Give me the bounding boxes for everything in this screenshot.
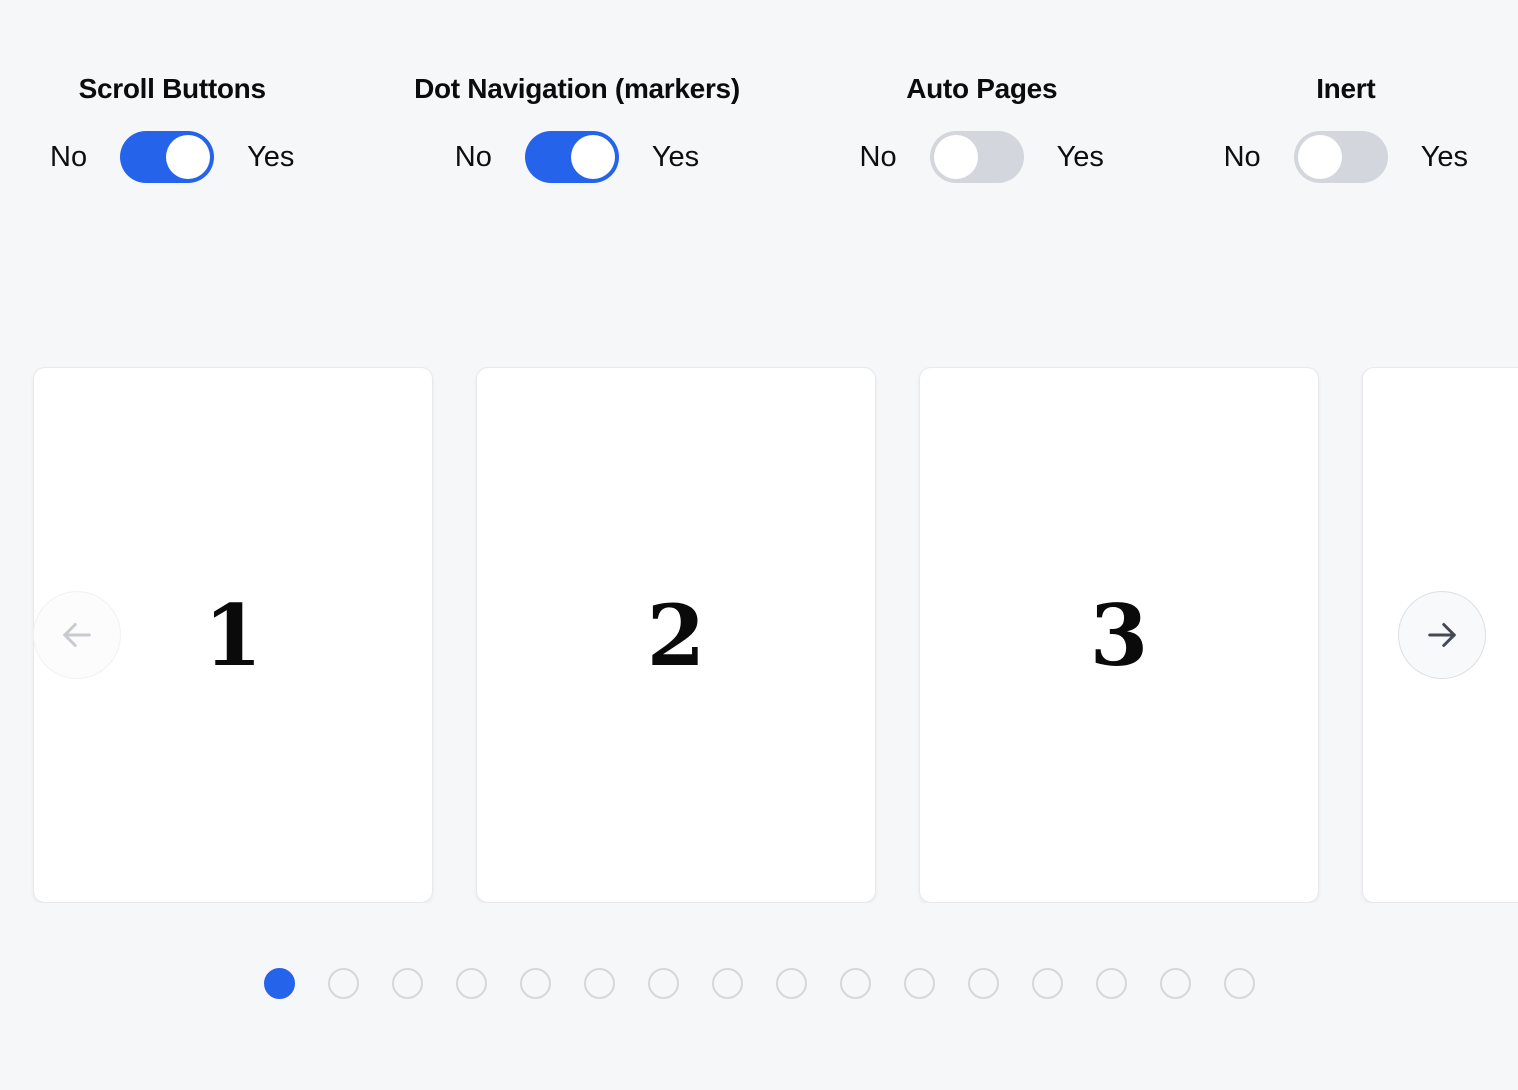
- dot-marker-12[interactable]: [968, 968, 999, 999]
- next-slide-button[interactable]: [1398, 591, 1486, 679]
- carousel-demo-page: Scroll Buttons No Yes Dot Navigation (ma…: [0, 0, 1518, 999]
- slide-number: 1: [204, 586, 262, 685]
- toggle-yes-label: Yes: [1057, 140, 1104, 174]
- dot-marker-14[interactable]: [1096, 968, 1127, 999]
- toggle-no-label: No: [50, 140, 87, 174]
- dot-marker-7[interactable]: [648, 968, 679, 999]
- carousel-slide: 3: [919, 367, 1319, 903]
- control-group-inert: Inert No Yes: [1224, 72, 1468, 183]
- dot-marker-11[interactable]: [904, 968, 935, 999]
- carousel-slide: 2: [476, 367, 876, 903]
- dot-navigation-toggle[interactable]: [525, 131, 619, 183]
- dot-marker-9[interactable]: [776, 968, 807, 999]
- toggle-row: No Yes: [455, 131, 699, 183]
- auto-pages-toggle[interactable]: [930, 131, 1024, 183]
- dot-marker-8[interactable]: [712, 968, 743, 999]
- control-title: Inert: [1316, 72, 1375, 106]
- scroll-buttons-toggle[interactable]: [120, 131, 214, 183]
- toggle-no-label: No: [1224, 140, 1261, 174]
- dot-marker-15[interactable]: [1160, 968, 1191, 999]
- control-group-dot-navigation: Dot Navigation (markers) No Yes: [414, 72, 740, 183]
- control-group-auto-pages: Auto Pages No Yes: [860, 72, 1104, 183]
- slide-number: 3: [1090, 586, 1148, 685]
- dot-marker-4[interactable]: [456, 968, 487, 999]
- toggle-yes-label: Yes: [1421, 140, 1468, 174]
- carousel: 1 2 3: [0, 367, 1518, 903]
- dot-marker-16[interactable]: [1224, 968, 1255, 999]
- dot-navigation: [0, 968, 1518, 999]
- toggle-row: No Yes: [50, 131, 294, 183]
- dot-marker-13[interactable]: [1032, 968, 1063, 999]
- dot-marker-3[interactable]: [392, 968, 423, 999]
- control-group-scroll-buttons: Scroll Buttons No Yes: [50, 72, 294, 183]
- toggle-no-label: No: [860, 140, 897, 174]
- dot-marker-2[interactable]: [328, 968, 359, 999]
- control-title: Scroll Buttons: [79, 72, 266, 106]
- control-title: Dot Navigation (markers): [414, 72, 740, 106]
- controls-row: Scroll Buttons No Yes Dot Navigation (ma…: [0, 0, 1518, 183]
- toggle-no-label: No: [455, 140, 492, 174]
- dot-marker-1[interactable]: [264, 968, 295, 999]
- control-title: Auto Pages: [906, 72, 1057, 106]
- dot-marker-10[interactable]: [840, 968, 871, 999]
- toggle-row: No Yes: [860, 131, 1104, 183]
- arrow-left-icon: [56, 614, 98, 656]
- arrow-right-icon: [1421, 614, 1463, 656]
- toggle-knob: [571, 135, 615, 179]
- dot-marker-5[interactable]: [520, 968, 551, 999]
- toggle-knob: [1298, 135, 1342, 179]
- toggle-row: No Yes: [1224, 131, 1468, 183]
- toggle-knob: [166, 135, 210, 179]
- carousel-track[interactable]: 1 2 3: [0, 367, 1518, 903]
- dot-marker-6[interactable]: [584, 968, 615, 999]
- inert-toggle[interactable]: [1294, 131, 1388, 183]
- slide-number: 2: [647, 586, 705, 685]
- toggle-yes-label: Yes: [247, 140, 294, 174]
- toggle-knob: [934, 135, 978, 179]
- prev-slide-button[interactable]: [33, 591, 121, 679]
- toggle-yes-label: Yes: [652, 140, 699, 174]
